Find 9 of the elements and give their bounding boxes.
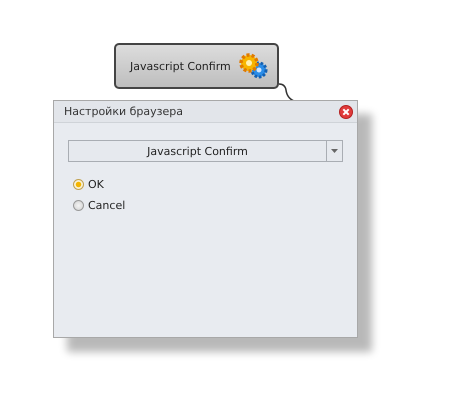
type-dropdown[interactable]: Javascript Confirm	[68, 140, 343, 162]
radio-option[interactable]: OK	[73, 178, 104, 191]
radio-option[interactable]: Cancel	[73, 199, 126, 212]
action-node[interactable]: Javascript Confirm	[114, 43, 279, 89]
gears-icon	[237, 52, 269, 80]
close-icon[interactable]	[339, 104, 353, 118]
dialog-title: Настройки браузера	[64, 105, 183, 118]
node-label: Javascript Confirm	[130, 60, 231, 72]
caret-icon	[331, 149, 338, 153]
